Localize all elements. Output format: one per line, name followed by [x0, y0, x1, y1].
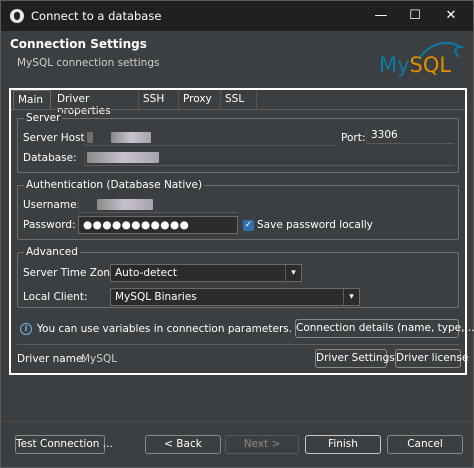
- save-password-label[interactable]: Save password locally: [257, 219, 373, 231]
- tab-driver-properties[interactable]: Driver properties: [53, 90, 139, 117]
- mysql-logo: MySQL: [379, 42, 467, 85]
- authentication-legend: Authentication (Database Native): [24, 179, 205, 191]
- tab-bar: Main Driver properties SSH Proxy SSL: [11, 90, 465, 117]
- chevron-down-icon: ▾: [343, 289, 359, 305]
- tab-divider: [11, 109, 465, 110]
- username-input[interactable]: [78, 197, 238, 213]
- redacted-host-prefix: [87, 132, 93, 143]
- connection-details-button[interactable]: Connection details (name, type, ... ): [295, 319, 474, 338]
- server-host-label: Server Host:: [23, 132, 89, 144]
- driver-license-button[interactable]: Driver license: [395, 349, 468, 368]
- window-title: Connect to a database: [31, 9, 162, 23]
- redacted-host: [111, 132, 151, 143]
- authentication-group: Authentication (Database Native) Usernam…: [17, 179, 459, 240]
- header-subtitle: MySQL connection settings: [17, 57, 160, 69]
- local-client-label: Local Client:: [23, 291, 88, 303]
- tab-ssh[interactable]: SSH: [139, 90, 179, 110]
- save-password-checkbox[interactable]: ✓: [243, 220, 254, 231]
- tab-proxy[interactable]: Proxy: [179, 90, 221, 110]
- mysql-logo-text: MySQL: [379, 53, 452, 77]
- server-group: Server Server Host: Port: 3306 Database:: [17, 112, 459, 173]
- test-connection-button[interactable]: Test Connection ...: [15, 435, 113, 454]
- username-label: Username:: [23, 199, 81, 211]
- server-timezone-label: Server Time Zone:: [23, 267, 121, 279]
- password-value: ●●●●●●●●●●●: [83, 219, 190, 231]
- tab-ssl[interactable]: SSL: [221, 90, 257, 110]
- cancel-button[interactable]: Cancel: [387, 435, 463, 454]
- info-icon: i: [20, 323, 32, 335]
- connect-dialog: Connect to a database — ☐ ✕ Connection S…: [0, 0, 474, 468]
- database-label: Database:: [23, 152, 77, 164]
- title-bar[interactable]: Connect to a database — ☐ ✕: [1, 1, 473, 31]
- next-button[interactable]: Next >: [225, 435, 299, 454]
- header-title: Connection Settings: [10, 37, 147, 51]
- port-input[interactable]: 3306: [366, 128, 454, 144]
- password-label: Password:: [23, 219, 76, 231]
- tab-main[interactable]: Main: [13, 90, 51, 110]
- maximize-button[interactable]: ☐: [405, 6, 425, 26]
- password-input[interactable]: ●●●●●●●●●●●: [78, 216, 238, 234]
- server-host-input[interactable]: [84, 130, 336, 146]
- advanced-legend: Advanced: [24, 246, 80, 258]
- driver-settings-button[interactable]: Driver Settings: [315, 349, 395, 368]
- server-legend: Server: [24, 112, 63, 124]
- server-timezone-value: Auto-detect: [115, 267, 177, 279]
- driver-name-label: Driver name:: [17, 353, 86, 365]
- variables-info-text: You can use variables in connection para…: [37, 323, 293, 335]
- chevron-down-icon: ▾: [285, 265, 301, 281]
- dbeaver-app-icon: [10, 9, 24, 23]
- footer-separator: [1, 421, 473, 422]
- driver-name-value: MySQL: [81, 353, 118, 365]
- port-label: Port:: [341, 132, 366, 144]
- advanced-group: Advanced Server Time Zone: Auto-detect ▾…: [17, 246, 459, 308]
- close-button[interactable]: ✕: [441, 6, 461, 26]
- port-value: 3306: [371, 129, 398, 141]
- settings-tab-panel: Main Driver properties SSH Proxy SSL Ser…: [9, 88, 474, 375]
- local-client-select[interactable]: MySQL Binaries ▾: [110, 288, 360, 306]
- local-client-value: MySQL Binaries: [115, 291, 197, 303]
- dialog-header: Connection Settings MySQL connection set…: [1, 31, 473, 83]
- minimize-button[interactable]: —: [371, 6, 391, 26]
- redacted-database: [87, 152, 159, 163]
- separator: [17, 344, 459, 345]
- back-button[interactable]: < Back: [145, 435, 221, 454]
- finish-button[interactable]: Finish: [305, 435, 381, 454]
- server-timezone-select[interactable]: Auto-detect ▾: [110, 264, 302, 282]
- redacted-username: [97, 199, 153, 210]
- database-input[interactable]: [84, 150, 454, 166]
